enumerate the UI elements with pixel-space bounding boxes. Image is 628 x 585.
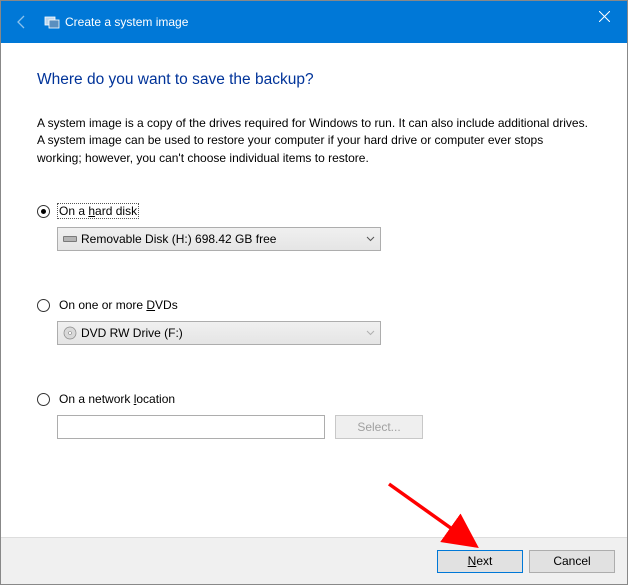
content-area: Where do you want to save the backup? A … [1,43,627,439]
radio-row-harddisk[interactable]: On a hard disk [37,203,591,219]
radio-network[interactable] [37,393,50,406]
harddisk-selected: Removable Disk (H:) 698.42 GB free [79,232,360,246]
close-button[interactable] [581,1,627,31]
next-button[interactable]: Next [437,550,523,573]
window-title: Create a system image [65,15,188,29]
radio-row-network[interactable]: On a network location [37,391,591,407]
option-group-harddisk: On a hard disk Removable Disk (H:) 698.4… [37,203,591,251]
app-icon [43,14,61,30]
radio-row-dvd[interactable]: On one or more DVDs [37,297,591,313]
harddisk-dropdown[interactable]: Removable Disk (H:) 698.42 GB free [57,227,381,251]
radio-harddisk[interactable] [37,205,50,218]
network-path-input[interactable] [57,415,325,439]
back-arrow-icon [7,14,37,30]
chevron-down-icon [360,236,380,242]
option-group-network: On a network location Select... [37,391,591,439]
page-description: A system image is a copy of the drives r… [37,115,591,167]
footer: Next Cancel [1,537,627,584]
cancel-button[interactable]: Cancel [529,550,615,573]
dvd-dropdown[interactable]: DVD RW Drive (F:) [57,321,381,345]
page-heading: Where do you want to save the backup? [37,71,591,89]
disc-icon [61,326,79,340]
dvd-selected: DVD RW Drive (F:) [79,326,360,340]
option-group-dvd: On one or more DVDs DVD RW Drive (F:) [37,297,591,345]
chevron-down-icon [360,330,380,336]
radio-label-dvd: On one or more DVDs [57,297,180,313]
titlebar: Create a system image [1,1,627,43]
radio-label-harddisk: On a hard disk [57,203,139,219]
radio-label-network: On a network location [57,391,177,407]
radio-dvd[interactable] [37,299,50,312]
drive-icon [61,234,79,244]
select-button: Select... [335,415,423,439]
